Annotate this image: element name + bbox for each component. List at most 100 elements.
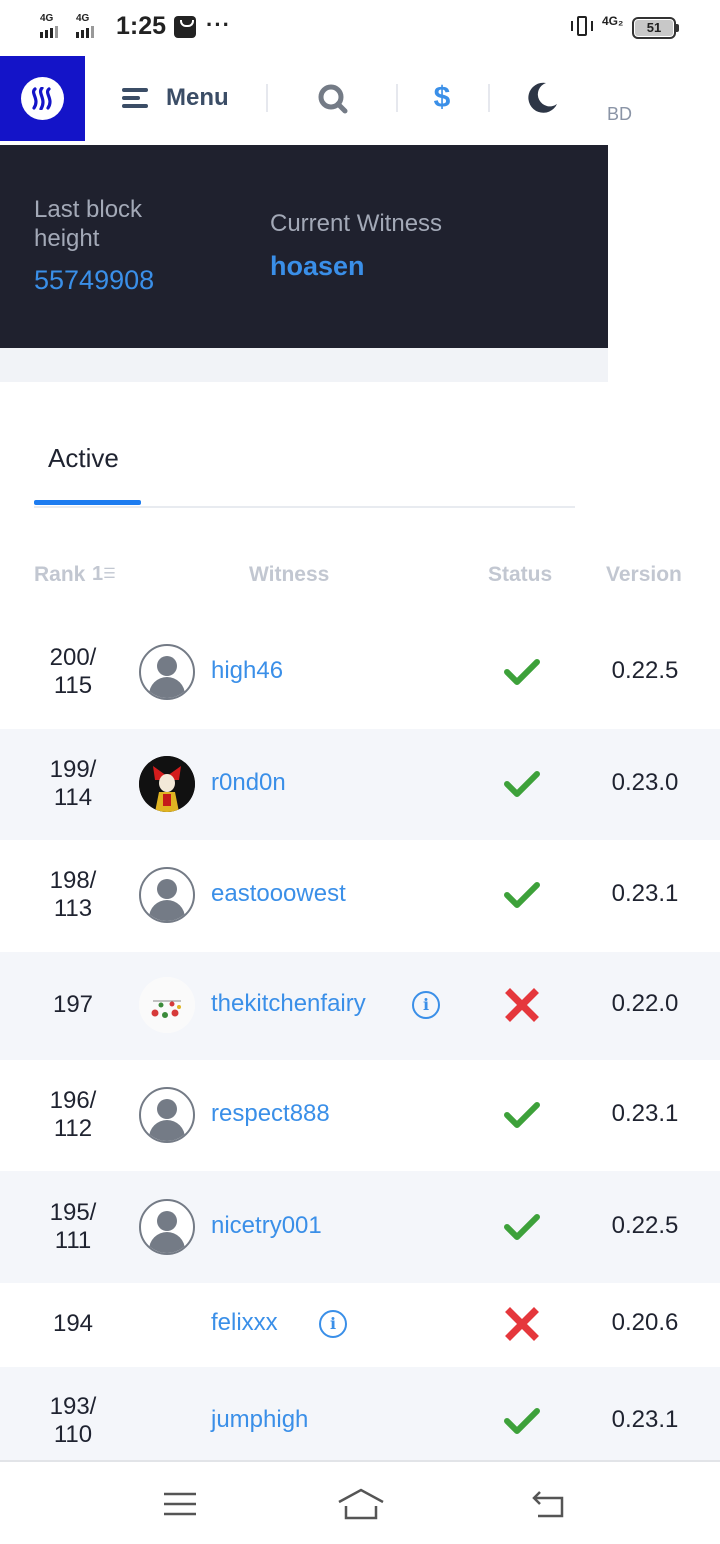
version-cell: 0.23.1 [611, 1406, 679, 1433]
default-avatar-icon[interactable] [139, 1087, 195, 1143]
rank-secondary: 110 [53, 1421, 93, 1448]
version-header: Version [606, 563, 682, 586]
rank-cell: 195/111 [28, 1199, 118, 1255]
rank-cell: 196/112 [28, 1087, 118, 1143]
table-row: 194 felixxx i 0.20.6 [0, 1283, 720, 1367]
menu-label: Menu [166, 84, 229, 111]
check-icon [504, 1209, 540, 1245]
rank-value: 195/ [49, 1199, 97, 1226]
sort-ascending-icon[interactable]: 1☰ [92, 563, 116, 586]
table-row: 198/113 eastooowest 0.23.1 [0, 840, 720, 952]
witness-name-link[interactable]: eastooowest [211, 880, 346, 908]
version-cell: 0.22.0 [611, 990, 679, 1017]
default-avatar-icon[interactable] [139, 1199, 195, 1255]
table-row: 199/114 r0nd0n 0.23.0 [0, 729, 720, 840]
table-row: 195/111 nicetry001 0.22.5 [0, 1171, 720, 1283]
rank-cell: 200/115 [28, 644, 118, 700]
avatar[interactable] [139, 756, 195, 812]
witness-name-link[interactable]: jumphigh [211, 1406, 308, 1434]
info-icon[interactable]: i [319, 1310, 347, 1338]
nav-divider [488, 84, 490, 112]
table-row: 197 thekitchenfairy i 0.22.0 [0, 952, 720, 1060]
dollar-icon[interactable]: $ [424, 80, 460, 116]
vibrate-icon [570, 14, 594, 40]
tab-active-indicator [34, 500, 141, 505]
moon-icon[interactable] [524, 80, 560, 116]
signal-icon [76, 26, 94, 38]
menu-button[interactable]: Menu [122, 80, 229, 116]
witness-header: Witness [249, 563, 330, 586]
version-cell: 0.23.1 [611, 880, 679, 907]
rank-value: 194 [52, 1310, 94, 1337]
clock: 1:25 [116, 12, 167, 40]
rank-cell: 198/113 [28, 867, 118, 923]
tab-active[interactable]: Active [48, 443, 119, 474]
rank-header[interactable]: Rank [34, 563, 85, 587]
rank-cell: 199/114 [28, 756, 118, 812]
current-witness-value[interactable]: hoasen [270, 251, 365, 282]
avatar[interactable] [139, 977, 195, 1033]
witness-name-link[interactable]: thekitchenfairy [211, 990, 366, 1018]
last-block-value[interactable]: 55749908 [34, 265, 154, 296]
rank-value: 197 [52, 991, 94, 1018]
rank-cell: 194 [28, 1310, 118, 1338]
witness-name-link[interactable]: felixxx [211, 1309, 278, 1337]
home-icon[interactable] [336, 1484, 386, 1524]
system-navigation-bar [0, 1460, 720, 1544]
check-icon [504, 654, 540, 690]
version-cell: 0.23.0 [611, 769, 679, 796]
back-icon[interactable] [528, 1484, 568, 1524]
table-row: 196/112 respect888 0.23.1 [0, 1060, 720, 1171]
rank-value: 196/ [49, 1087, 97, 1114]
cross-icon [504, 987, 540, 1023]
recent-apps-icon[interactable] [160, 1484, 200, 1524]
check-icon [504, 766, 540, 802]
rank-value: 200/ [49, 644, 97, 671]
check-icon [504, 1097, 540, 1133]
rank-value: 193/ [49, 1393, 97, 1420]
default-avatar-icon[interactable] [139, 644, 195, 700]
network-type-1: 4G [40, 13, 54, 24]
info-icon[interactable]: i [412, 991, 440, 1019]
rank-secondary: 112 [53, 1115, 93, 1142]
shopping-bag-icon [174, 16, 196, 38]
status-header: Status [488, 563, 553, 586]
search-icon[interactable] [314, 80, 350, 116]
block-info-panel: Last block height 55749908 Current Witne… [0, 145, 608, 348]
rank-cell: 197 [28, 991, 118, 1019]
current-witness-label: Current Witness [270, 210, 443, 237]
witness-name-link[interactable]: respect888 [211, 1100, 330, 1128]
version-cell: 0.20.6 [611, 1309, 679, 1336]
tab-divider [34, 506, 575, 508]
check-icon [504, 877, 540, 913]
nav-divider [266, 84, 268, 112]
rank-cell: 193/110 [28, 1393, 118, 1449]
network-type-3: 4G₂ [602, 14, 624, 28]
rank-secondary: 111 [54, 1227, 92, 1254]
witness-name-link[interactable]: high46 [211, 657, 283, 685]
steem-logo-icon [21, 77, 64, 120]
section-divider [0, 348, 608, 382]
rank-value: 199/ [49, 756, 97, 783]
check-icon [504, 1403, 540, 1439]
site-logo[interactable] [0, 56, 85, 141]
witness-name-link[interactable]: nicetry001 [211, 1212, 322, 1240]
nav-divider [396, 84, 398, 112]
status-bar: 4G 4G 1:25 ··· 4G₂ 51 [0, 0, 720, 56]
default-avatar-icon[interactable] [139, 867, 195, 923]
partial-text: BD [607, 104, 633, 124]
version-cell: 0.22.5 [611, 1212, 679, 1239]
last-block-label: Last block height [34, 196, 143, 252]
witness-name-link[interactable]: r0nd0n [211, 769, 286, 797]
table-row: 193/110 jumphigh 0.23.1 [0, 1367, 720, 1460]
version-cell: 0.23.1 [611, 1100, 679, 1127]
rank-secondary: 115 [53, 672, 93, 699]
more-notifications-icon: ··· [206, 12, 231, 37]
rank-secondary: 114 [53, 784, 93, 811]
network-type-2: 4G [76, 13, 90, 24]
cross-icon [504, 1306, 540, 1342]
table-row: 200/115 high46 0.22.5 [0, 617, 720, 729]
rank-secondary: 113 [53, 895, 93, 922]
hamburger-icon [122, 88, 150, 108]
rank-value: 198/ [49, 867, 97, 894]
